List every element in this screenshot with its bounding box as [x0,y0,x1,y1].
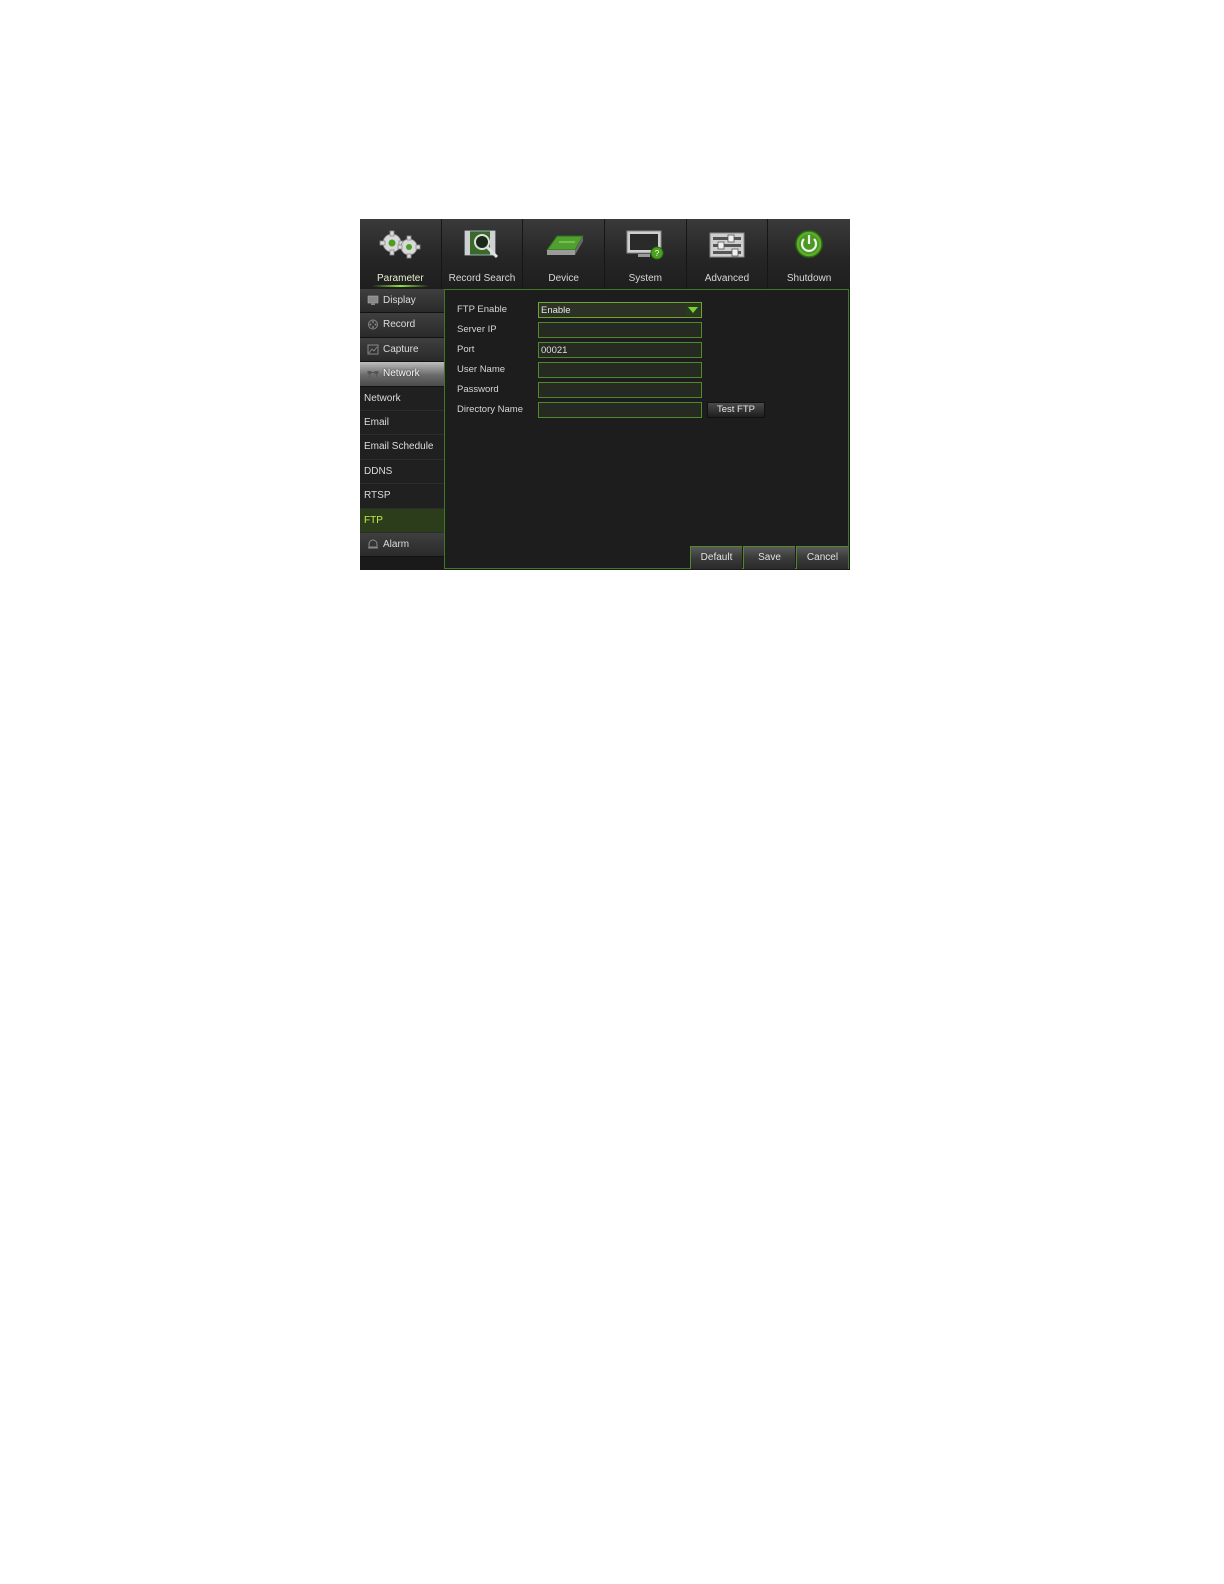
network-icon [367,371,379,378]
top-toolbar: Parameter Record Search Device ? System … [360,219,850,289]
sidebar-subitem-email-schedule[interactable]: Email Schedule [360,435,445,460]
toolbar-label: Advanced [704,273,750,284]
sidebar-item-alarm[interactable]: Alarm [360,532,445,558]
sidebar-item-label: Display [383,295,416,306]
toolbar-label: Shutdown [786,273,832,284]
advanced-sliders-icon [709,232,745,258]
sidebar: Display Record Capture Network Network E… [360,289,445,570]
default-button[interactable]: Default [690,546,742,569]
sidebar-item-label: Alarm [383,538,410,550]
sidebar-subitem-label: Email Schedule [364,441,434,453]
sidebar-subitem-ddns[interactable]: DDNS [360,459,445,485]
sidebar-subitem-ftp[interactable]: FTP [360,508,445,533]
toolbar-label: System [628,273,662,284]
sidebar-subitem-email[interactable]: Email [360,410,445,436]
toolbar-item-advanced[interactable]: Advanced [687,219,769,289]
hard-drive-icon [545,235,584,255]
power-icon [795,230,823,258]
sidebar-item-label: Network [383,368,420,380]
chevron-down-icon [686,304,700,316]
system-monitor-icon: ? [626,230,664,260]
sidebar-subitem-label: FTP [364,514,383,526]
film-reel-icon [368,319,378,330]
dvr-settings-window: Parameter Record Search Device ? System … [360,219,850,570]
monitor-icon [367,295,379,305]
sidebar-item-record[interactable]: Record [360,313,445,338]
active-indicator [372,285,429,287]
user-name-input[interactable] [538,362,702,378]
capture-icon [367,344,379,355]
ftp-enable-select[interactable]: Enable [538,302,702,318]
sidebar-subitem-label: RTSP [364,490,391,502]
sidebar-subitem-label: Network [364,392,401,404]
server-ip-label: Server IP [457,324,497,335]
server-ip-input[interactable] [538,322,702,338]
toolbar-item-system[interactable]: ? System [605,219,687,289]
toolbar-label: Device [548,273,579,284]
sidebar-item-display[interactable]: Display [360,289,445,314]
save-button[interactable]: Save [743,546,795,569]
password-label: Password [457,384,499,395]
ftp-settings-panel: FTP Enable Enable Server IP Port User Na… [444,289,849,569]
sidebar-subitem-label: DDNS [364,465,393,477]
toolbar-item-record-search[interactable]: Record Search [442,219,524,289]
alarm-bell-icon [368,539,378,549]
gears-icon [379,230,421,259]
toolbar-label: Record Search [448,273,516,284]
sidebar-item-label: Record [383,319,416,331]
toolbar-item-shutdown[interactable]: Shutdown [768,219,850,289]
sidebar-item-label: Capture [383,343,419,355]
toolbar-label: Parameter [376,273,424,284]
sidebar-item-network[interactable]: Network [360,362,445,387]
sidebar-item-capture[interactable]: Capture [360,337,445,363]
toolbar-item-parameter[interactable]: Parameter [360,219,442,289]
sidebar-subitem-label: Email [364,416,390,428]
directory-name-label: Directory Name [457,404,523,415]
port-label: Port [457,344,475,355]
toolbar-item-device[interactable]: Device [523,219,605,289]
record-search-icon [464,230,499,259]
svg-text:?: ? [655,249,660,258]
cancel-button[interactable]: Cancel [796,546,848,569]
test-ftp-button[interactable]: Test FTP [707,402,765,418]
user-name-label: User Name [457,364,506,375]
sidebar-subitem-rtsp[interactable]: RTSP [360,484,445,509]
sidebar-subitem-network[interactable]: Network [360,386,445,411]
ftp-enable-label: FTP Enable [457,304,507,315]
port-input[interactable] [538,342,702,358]
directory-name-input[interactable] [538,402,702,418]
ftp-enable-value: Enable [541,305,571,316]
password-input[interactable] [538,382,702,398]
